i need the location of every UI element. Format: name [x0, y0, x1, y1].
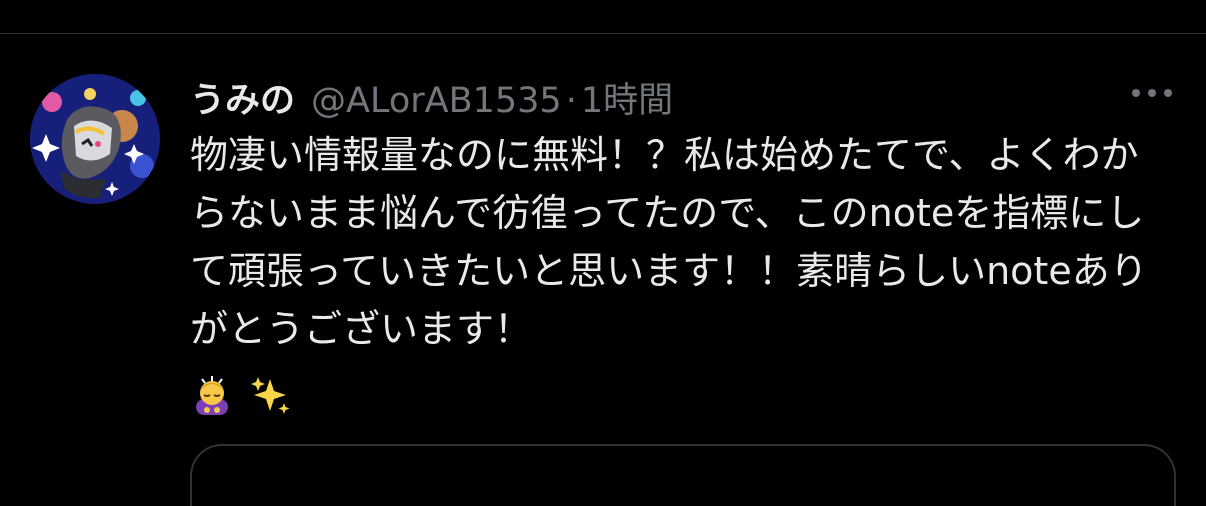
user-handle[interactable]: @ALorAB1535: [311, 81, 562, 121]
person-bowing-emoji: [196, 376, 228, 415]
more-horizontal-icon: [1132, 89, 1172, 97]
sparkles-emoji: [251, 377, 290, 414]
avatar[interactable]: [30, 74, 160, 204]
tweet[interactable]: うみの @ALorAB1535 · 1時間 物凄い情報量なのに無料！？私は始めた…: [0, 34, 1206, 506]
more-options-button[interactable]: [1124, 76, 1180, 110]
emoji-row: [190, 366, 292, 424]
separator-dot: ·: [565, 81, 577, 121]
timestamp[interactable]: 1時間: [581, 72, 673, 123]
display-name[interactable]: うみの: [190, 72, 295, 123]
tweet-text: 物凄い情報量なのに無料！？私は始めたてで、よくわからないまま悩んで彷徨ってたので…: [190, 133, 1148, 351]
avatar-image: [30, 74, 160, 204]
quote-card[interactable]: [190, 444, 1176, 506]
tweet-header: うみの @ALorAB1535 · 1時間: [190, 72, 673, 121]
